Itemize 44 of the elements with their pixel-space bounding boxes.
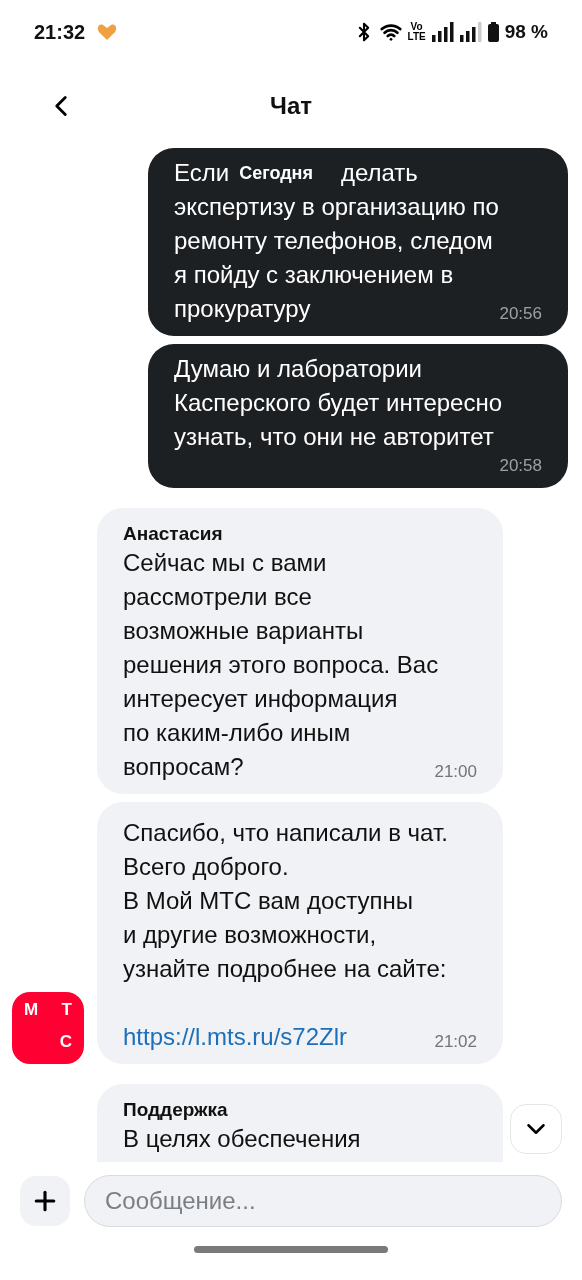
message-time: 21:02 xyxy=(434,1031,477,1053)
message-text: делать xyxy=(341,158,418,188)
message-text: решения этого вопроса. Вас xyxy=(123,650,440,680)
date-label: Сегодня xyxy=(238,162,314,184)
battery-icon xyxy=(487,22,499,42)
message-text: рассмотрели все xyxy=(123,582,313,612)
link[interactable]: https://l.mts.ru/s72Zlr xyxy=(123,1020,348,1054)
signal-icon xyxy=(431,22,454,42)
message-text: Спасибо, что написали в чат. xyxy=(123,818,449,848)
volte-label: Vo xyxy=(410,22,423,32)
message-text: вопросам? xyxy=(123,752,244,782)
message-text: экспертизу в организацию по xyxy=(174,192,500,222)
sender-name: Анастасия xyxy=(123,522,224,546)
volte-label: LTE xyxy=(407,32,426,42)
message-text: Если xyxy=(174,158,230,188)
message-text: по каким-либо иным xyxy=(123,718,352,748)
message-time: 20:56 xyxy=(498,303,542,325)
add-button[interactable] xyxy=(20,1176,70,1226)
message-text: Думаю и лаборатории xyxy=(174,354,423,384)
message-time: 20:58 xyxy=(498,455,542,477)
message-text: и другие возможности, xyxy=(123,920,378,950)
message-time: 21:00 xyxy=(434,761,477,783)
company-logo: М Т С xyxy=(12,992,84,1064)
message-text: ремонту телефонов, следом xyxy=(174,226,494,256)
message-text: Всего доброго. xyxy=(123,852,290,882)
scroll-down-button[interactable] xyxy=(510,1104,562,1154)
message-text: узнать, что они не авторитет xyxy=(174,422,494,452)
heart-icon xyxy=(97,23,118,41)
sender-name: Поддержка xyxy=(123,1098,229,1122)
message-text: Сейчас мы с вами xyxy=(123,548,328,578)
message-text: прокуратуру xyxy=(174,294,311,324)
message-text: интересует информация xyxy=(123,684,399,714)
message-text: В Мой МТС вам доступны xyxy=(123,886,415,916)
status-time: 21:32 xyxy=(34,20,86,45)
header-title: Чат xyxy=(270,91,312,121)
message-text: возможные варианты xyxy=(123,616,365,646)
signal-icon xyxy=(459,22,482,42)
message-input[interactable]: Сообщение... xyxy=(84,1175,562,1227)
message-text: я пойду с заключением в xyxy=(174,260,455,290)
wifi-icon xyxy=(379,21,402,43)
message-text: узнайте подробнее на сайте: xyxy=(123,954,448,984)
message-text: В целях обеспечения xyxy=(123,1124,362,1154)
battery-percent: 98 % xyxy=(504,19,548,44)
message-text: Касперского будет интересно xyxy=(174,388,504,418)
